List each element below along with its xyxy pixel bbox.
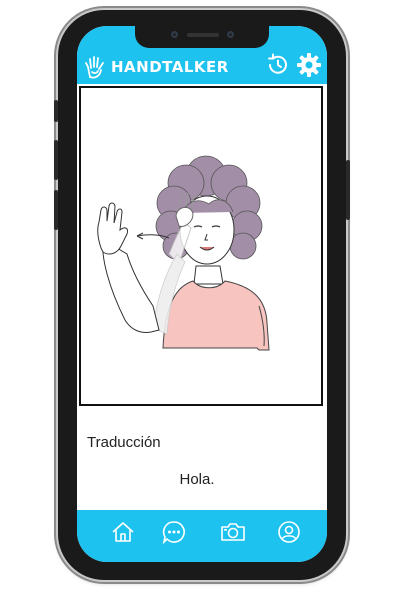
chat-icon[interactable] bbox=[162, 520, 186, 544]
phone-frame: HANDTALKER Traducción Hola. bbox=[54, 10, 350, 580]
phone-screen: HANDTALKER Traducción Hola. bbox=[77, 26, 327, 562]
volume-up-button bbox=[54, 140, 58, 180]
sign-illustration bbox=[97, 155, 270, 351]
home-icon[interactable] bbox=[111, 520, 135, 544]
profile-icon[interactable] bbox=[277, 520, 301, 544]
translation-text: Hola. bbox=[179, 471, 215, 488]
camera-icon[interactable] bbox=[220, 520, 246, 544]
history-icon[interactable] bbox=[265, 52, 291, 78]
translation-label: Traducción bbox=[87, 434, 161, 451]
volume-down-button bbox=[54, 190, 58, 230]
earpiece-speaker bbox=[187, 33, 219, 37]
power-button bbox=[346, 160, 350, 220]
notch bbox=[135, 26, 269, 48]
bottom-nav bbox=[77, 510, 327, 562]
app-title: HANDTALKER bbox=[111, 58, 229, 76]
gear-icon[interactable] bbox=[296, 52, 322, 78]
mute-switch bbox=[54, 100, 58, 122]
main-content: Traducción Hola. bbox=[77, 84, 327, 508]
hand-logo-icon bbox=[85, 56, 104, 79]
app-logo[interactable]: HANDTALKER bbox=[83, 55, 229, 79]
sign-image-frame bbox=[79, 86, 323, 406]
front-camera bbox=[227, 31, 234, 38]
front-sensor bbox=[171, 31, 178, 38]
